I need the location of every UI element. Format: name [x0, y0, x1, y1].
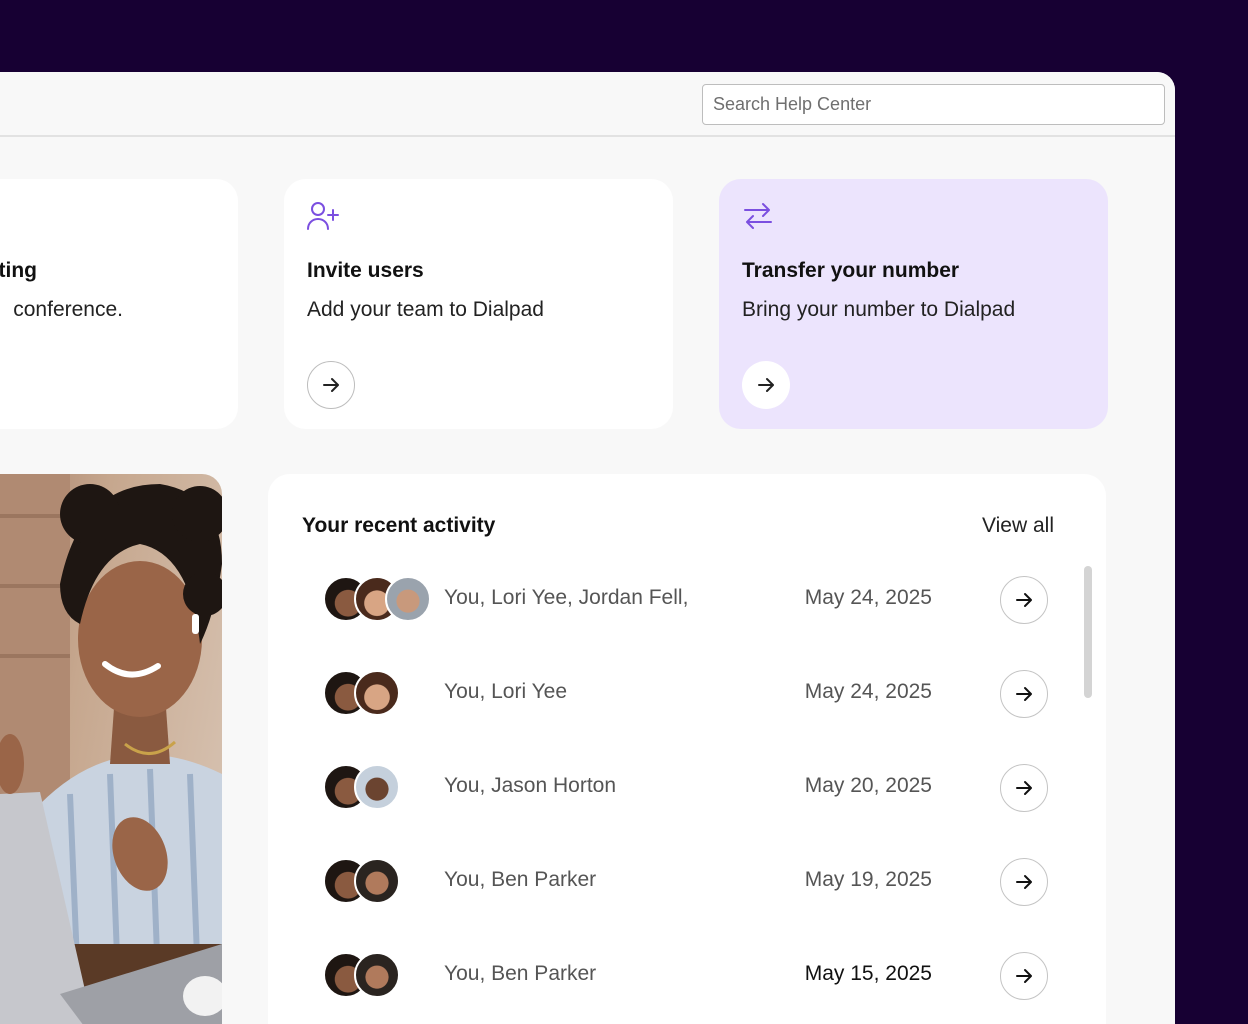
arrow-right-icon: [1016, 781, 1032, 795]
help-center-window: ting conference. Invite users Add your t…: [0, 72, 1175, 1024]
user-plus-icon: [307, 202, 339, 230]
search-input[interactable]: [702, 84, 1165, 125]
quick-action-card-meeting[interactable]: ting conference.: [0, 179, 238, 429]
woman-with-laptop-illustration: [0, 474, 222, 1024]
activity-date: May 24, 2025: [804, 586, 932, 609]
invite-users-arrow-button[interactable]: [307, 361, 355, 409]
activity-row[interactable]: You, Ben Parker May 19, 2025: [268, 834, 1106, 928]
arrow-right-icon: [758, 378, 774, 392]
participant-avatars: [323, 764, 443, 812]
recent-activity-panel: Your recent activity View all You, Lori …: [268, 474, 1106, 1024]
card-description: Bring your number to Dialpad: [742, 298, 1016, 321]
arrow-right-icon: [323, 378, 339, 392]
card-description: conference.: [13, 298, 123, 321]
top-bar: [0, 72, 1175, 137]
arrow-right-icon: [1016, 875, 1032, 889]
open-activity-button[interactable]: [1000, 858, 1048, 906]
activity-participants: You, Ben Parker: [444, 868, 597, 891]
activity-date: May 24, 2025: [804, 680, 932, 703]
avatar: [354, 858, 400, 904]
arrow-right-icon: [1016, 593, 1032, 607]
quick-action-card-invite-users[interactable]: Invite users Add your team to Dialpad: [284, 179, 673, 429]
activity-participants: You, Lori Yee, Jordan Fell,: [444, 586, 689, 609]
open-activity-button[interactable]: [1000, 576, 1048, 624]
view-all-link[interactable]: View all: [982, 514, 1054, 538]
activity-row[interactable]: You, Lori Yee, Jordan Fell, May 24, 2025: [268, 552, 1106, 646]
activity-date: May 19, 2025: [804, 868, 932, 891]
activity-participants: You, Ben Parker: [444, 962, 597, 985]
card-title: Transfer your number: [742, 259, 960, 282]
activity-date: May 15, 2025: [804, 962, 932, 985]
arrows-swap-icon: [744, 203, 772, 229]
transfer-number-arrow-button[interactable]: [742, 361, 790, 409]
open-activity-button[interactable]: [1000, 764, 1048, 812]
avatar: [354, 764, 400, 810]
activity-row[interactable]: You, Jason Horton May 20, 2025: [268, 740, 1106, 834]
hero-photo: [0, 474, 222, 1024]
activity-row[interactable]: You, Lori Yee May 24, 2025: [268, 646, 1106, 740]
participant-avatars: [323, 670, 443, 718]
activity-date: May 20, 2025: [804, 774, 932, 797]
recent-activity-title: Your recent activity: [302, 514, 496, 537]
avatar: [385, 576, 431, 622]
participant-avatars: [323, 858, 443, 906]
participant-avatars: [323, 576, 443, 624]
open-activity-button[interactable]: [1000, 670, 1048, 718]
activity-participants: You, Lori Yee: [444, 680, 568, 703]
card-description: Add your team to Dialpad: [307, 298, 544, 321]
avatar: [354, 670, 400, 716]
participant-avatars: [323, 952, 443, 1000]
avatar: [354, 952, 400, 998]
card-title: ting: [0, 259, 37, 282]
activity-participants: You, Jason Horton: [444, 774, 617, 797]
arrow-right-icon: [1016, 687, 1032, 701]
card-title: Invite users: [307, 259, 424, 282]
quick-action-card-transfer-number[interactable]: Transfer your number Bring your number t…: [719, 179, 1108, 429]
open-activity-button[interactable]: [1000, 952, 1048, 1000]
arrow-right-icon: [1016, 969, 1032, 983]
activity-row[interactable]: You, Ben Parker May 15, 2025: [268, 928, 1106, 1022]
